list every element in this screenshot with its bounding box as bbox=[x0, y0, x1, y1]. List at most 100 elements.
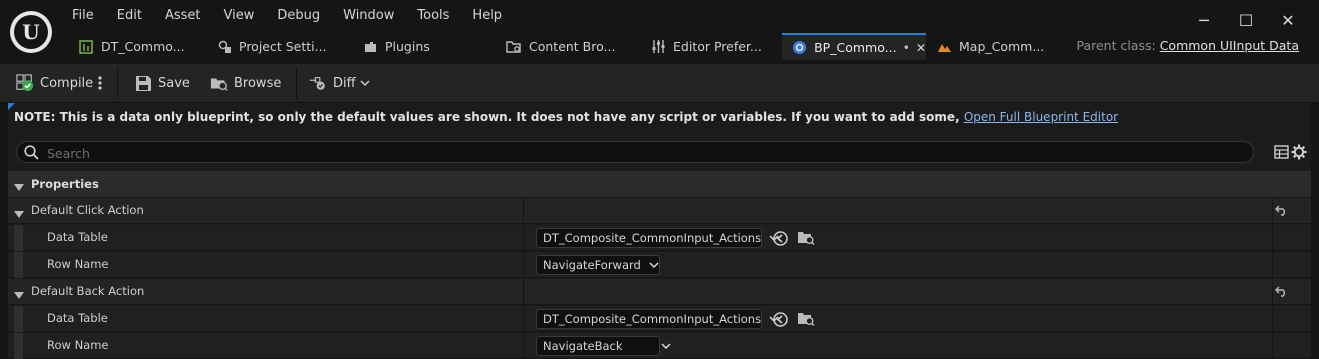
chevron-down-icon bbox=[660, 339, 671, 353]
indent-guide bbox=[14, 333, 23, 359]
tab-label: Content Bro... bbox=[529, 39, 616, 54]
menu-bar: File Edit Asset View Debug Window Tools … bbox=[72, 6, 525, 26]
reset-column-divider bbox=[1272, 333, 1273, 359]
toolbar-divider bbox=[117, 67, 118, 99]
gear-icon[interactable] bbox=[1291, 144, 1307, 163]
blueprint-icon bbox=[792, 40, 807, 56]
menu-file[interactable]: File bbox=[72, 6, 94, 26]
browse-label: Browse bbox=[234, 75, 282, 91]
data-only-notice: NOTE: This is a data only blueprint, so … bbox=[14, 110, 1118, 124]
property-group-default-click-action[interactable]: Default Click Action bbox=[8, 198, 1311, 224]
indent-guide bbox=[14, 252, 23, 278]
properties-category-header[interactable]: Properties bbox=[8, 171, 1311, 198]
reset-column-divider bbox=[1272, 198, 1273, 224]
title-bar: U File Edit Asset View Debug Window Tool… bbox=[0, 0, 1319, 64]
tab-plugins[interactable]: Plugins bbox=[352, 33, 496, 60]
tab-dt-common[interactable]: DT_Commo... bbox=[68, 33, 206, 60]
document-tabs: DT_Commo... Project Setti... Plugins Con… bbox=[68, 33, 1058, 60]
menu-tools[interactable]: Tools bbox=[417, 6, 449, 26]
column-splitter[interactable] bbox=[523, 333, 524, 359]
tab-editor-preferences[interactable]: Editor Prefer... bbox=[640, 33, 782, 60]
combo-value: DT_Composite_CommonInput_Actions bbox=[543, 312, 762, 326]
menu-edit[interactable]: Edit bbox=[117, 6, 142, 26]
tab-bp-common[interactable]: BP_Commo... • ✕ bbox=[782, 33, 926, 60]
property-name: Data Table bbox=[47, 311, 108, 325]
tab-content-browser[interactable]: Content Bro... bbox=[496, 33, 640, 60]
combo-value: NavigateBack bbox=[543, 339, 623, 353]
use-selected-asset-icon[interactable] bbox=[772, 311, 790, 328]
sliders-icon bbox=[650, 39, 666, 55]
properties-label: Properties bbox=[31, 177, 99, 191]
view-options-icon[interactable] bbox=[1274, 145, 1289, 162]
tab-label: Editor Prefer... bbox=[673, 39, 762, 54]
column-splitter[interactable] bbox=[523, 252, 524, 278]
maximize-button[interactable]: ☐ bbox=[1225, 8, 1267, 34]
menu-asset[interactable]: Asset bbox=[165, 6, 201, 26]
tab-project-settings[interactable]: Project Setti... bbox=[206, 33, 352, 60]
menu-debug[interactable]: Debug bbox=[277, 6, 320, 26]
browse-button[interactable]: Browse bbox=[210, 71, 281, 95]
data-table-asset-picker[interactable]: DT_Composite_CommonInput_Actions bbox=[536, 309, 779, 329]
close-window-button[interactable]: ✕ bbox=[1267, 8, 1309, 34]
property-row-data-table: Data Table DT_Composite_CommonInput_Acti… bbox=[8, 306, 1311, 332]
compile-button[interactable]: Compile bbox=[16, 71, 93, 95]
content-browser-icon bbox=[506, 39, 522, 55]
chevron-down-icon bbox=[649, 258, 659, 272]
search-row bbox=[8, 137, 1311, 169]
diff-dropdown[interactable]: Diff bbox=[309, 71, 370, 95]
compile-options-icon[interactable] bbox=[97, 71, 103, 95]
column-splitter[interactable] bbox=[523, 225, 524, 251]
collapse-arrow-icon bbox=[14, 180, 24, 194]
search-input[interactable] bbox=[45, 144, 1229, 162]
unsaved-indicator: • bbox=[902, 40, 910, 55]
column-splitter[interactable] bbox=[523, 198, 524, 224]
save-label: Save bbox=[158, 75, 190, 91]
toolbar: Compile Save Browse Diff bbox=[0, 64, 1319, 103]
column-splitter[interactable] bbox=[523, 306, 524, 332]
property-row-row-name: Row Name NavigateForward bbox=[8, 252, 1311, 278]
tab-label: Map_Comm... bbox=[959, 39, 1045, 54]
menu-window[interactable]: Window bbox=[343, 6, 394, 26]
property-row-data-table: Data Table DT_Composite_CommonInput_Acti… bbox=[8, 225, 1311, 251]
tab-label: Project Setti... bbox=[239, 39, 327, 54]
property-group-default-back-action[interactable]: Default Back Action bbox=[8, 279, 1311, 305]
notice-text: NOTE: This is a data only blueprint, so … bbox=[14, 110, 964, 124]
plugins-icon bbox=[362, 39, 378, 55]
property-name: Row Name bbox=[47, 338, 109, 352]
use-selected-asset-icon[interactable] bbox=[772, 230, 790, 247]
browse-to-asset-icon[interactable] bbox=[797, 311, 815, 328]
reset-to-default-icon[interactable] bbox=[1275, 203, 1291, 219]
compile-label: Compile bbox=[40, 75, 94, 91]
diff-label: Diff bbox=[333, 75, 356, 91]
reset-column-divider bbox=[1272, 252, 1273, 278]
parent-class-link[interactable]: Common UIInput Data bbox=[1160, 38, 1299, 53]
column-splitter[interactable] bbox=[523, 279, 524, 305]
search-icon bbox=[24, 145, 39, 163]
reset-column-divider bbox=[1272, 225, 1273, 251]
menu-help[interactable]: Help bbox=[472, 6, 502, 26]
focus-corner-marker bbox=[8, 103, 15, 110]
minimize-button[interactable]: ─ bbox=[1183, 8, 1225, 34]
chevron-down-icon bbox=[360, 76, 370, 91]
compile-check-icon bbox=[16, 74, 34, 92]
logo-letter: U bbox=[14, 15, 48, 49]
open-full-blueprint-editor-link[interactable]: Open Full Blueprint Editor bbox=[964, 110, 1118, 124]
data-table-asset-picker[interactable]: DT_Composite_CommonInput_Actions bbox=[536, 228, 779, 248]
row-name-dropdown[interactable]: NavigateForward bbox=[536, 255, 660, 275]
row-name-dropdown[interactable]: NavigateBack bbox=[536, 336, 671, 356]
tab-map-common[interactable]: Map_Comm... bbox=[926, 33, 1058, 60]
close-tab-icon[interactable]: ✕ bbox=[916, 41, 926, 55]
details-panel: NOTE: This is a data only blueprint, so … bbox=[8, 103, 1311, 359]
search-box[interactable] bbox=[16, 141, 1254, 163]
unreal-logo-icon[interactable]: U bbox=[10, 11, 52, 53]
save-button[interactable]: Save bbox=[134, 71, 190, 95]
datatable-icon bbox=[78, 39, 94, 55]
browse-to-asset-icon[interactable] bbox=[797, 230, 815, 247]
collapse-arrow-icon bbox=[14, 207, 24, 221]
reset-to-default-icon[interactable] bbox=[1275, 284, 1291, 300]
window-controls: ─ ☐ ✕ bbox=[1183, 8, 1309, 34]
save-disk-icon bbox=[134, 74, 152, 92]
menu-view[interactable]: View bbox=[224, 6, 255, 26]
reset-column-divider bbox=[1272, 279, 1273, 305]
parent-class-info: Parent class: Common UIInput Data bbox=[1076, 38, 1299, 53]
